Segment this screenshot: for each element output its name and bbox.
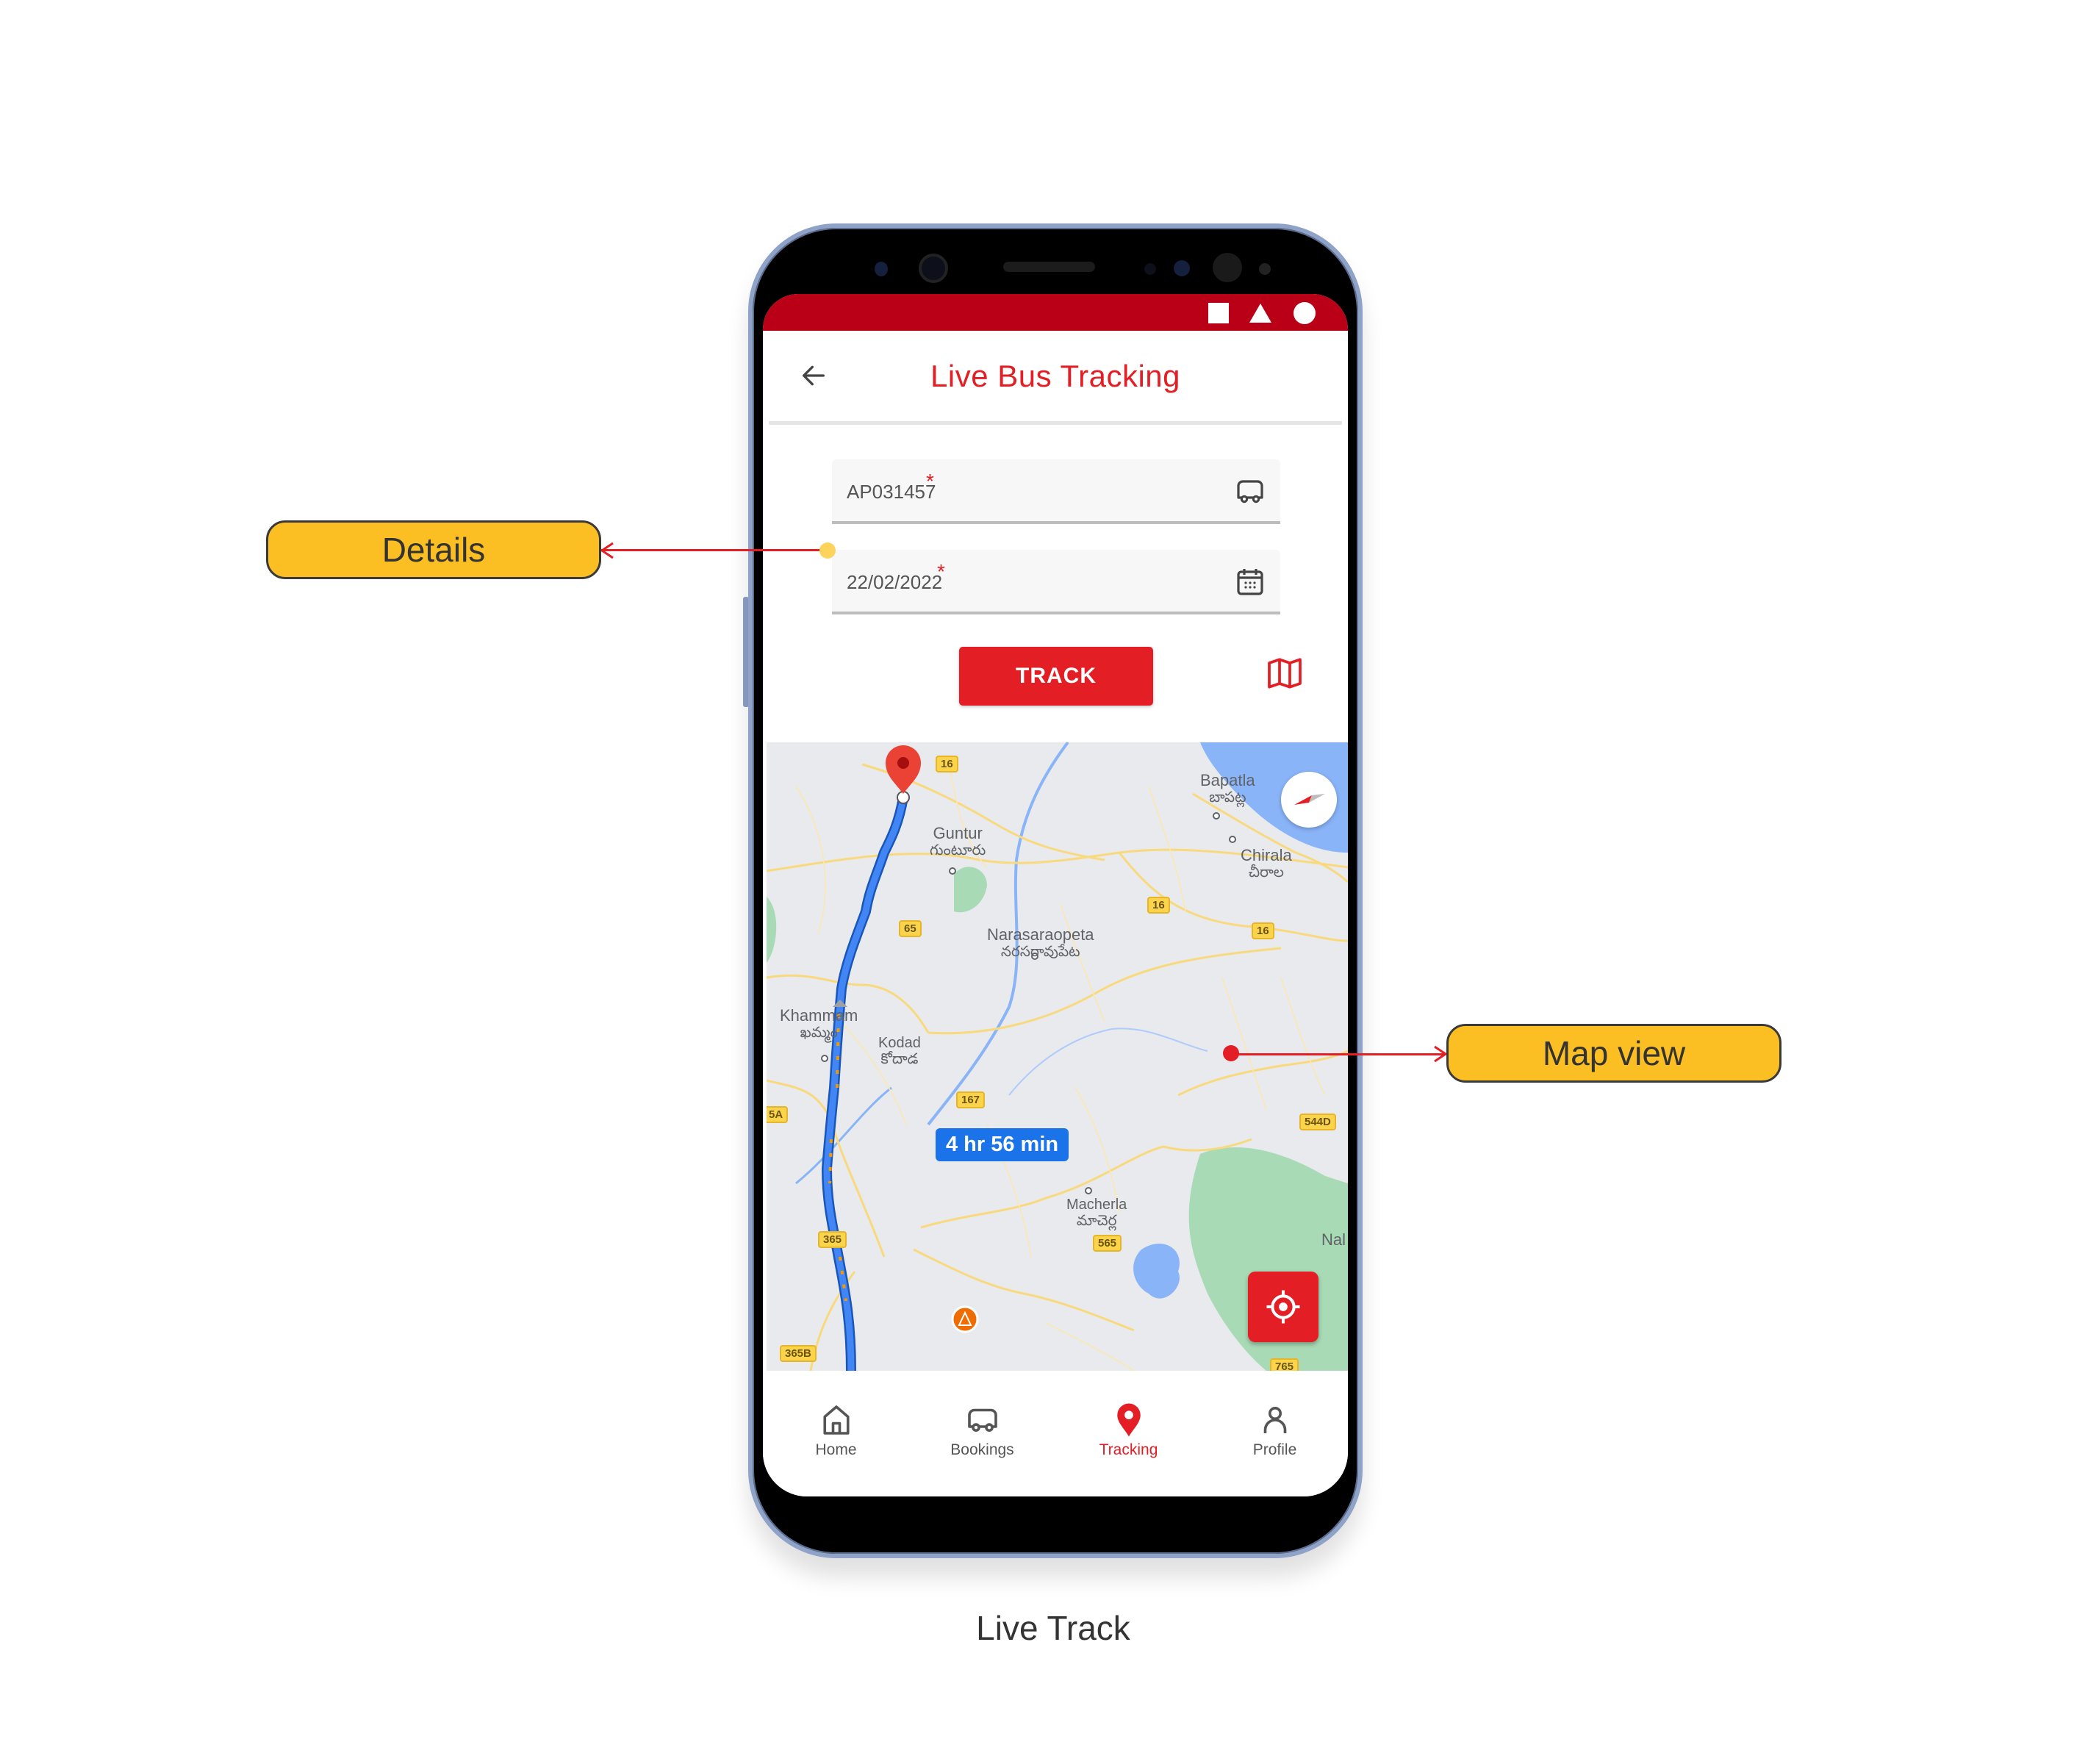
page-title: Live Bus Tracking: [930, 359, 1180, 393]
map-view-anchor-dot: [1223, 1045, 1239, 1061]
earpiece-speaker: [1003, 262, 1095, 272]
bus-icon[interactable]: [1232, 474, 1269, 509]
map-view-callout: Map view: [1446, 1024, 1782, 1083]
place-label: Narasaraopeta నరసరావుపేట: [987, 925, 1094, 961]
person-icon: [1263, 1407, 1286, 1433]
nav-label: Bookings: [950, 1441, 1014, 1458]
map-icon[interactable]: [1264, 653, 1305, 694]
map-pin-icon[interactable]: [886, 745, 921, 804]
highway-shield: 765: [1270, 1358, 1299, 1371]
highway-shield: 365B: [780, 1345, 817, 1362]
triangle-icon: [1249, 304, 1271, 323]
details-callout: Details: [266, 520, 601, 579]
nav-bookings[interactable]: Bookings: [909, 1371, 1055, 1496]
place-label: Khammam ఖమ్మం: [780, 1006, 858, 1041]
my-location-icon: [1266, 1290, 1300, 1324]
details-connector: [601, 549, 826, 551]
required-mark: *: [926, 470, 934, 492]
circle-icon: [1294, 302, 1316, 324]
place-label: Kodad కోదాడ: [878, 1035, 921, 1067]
nav-label: Tracking: [1099, 1441, 1158, 1458]
iris-camera: [1213, 253, 1242, 282]
calendar-icon[interactable]: [1232, 564, 1269, 600]
front-camera: [919, 254, 948, 283]
header-divider: [769, 421, 1342, 425]
highway-shield: 16: [1147, 897, 1170, 914]
place-label: Bapatla బాపట్ల: [1200, 771, 1255, 806]
nav-home[interactable]: Home: [763, 1371, 909, 1496]
bus-number-input[interactable]: [847, 476, 1199, 508]
app-screen: Live Bus Tracking * * TRACK: [763, 294, 1348, 1496]
highway-shield: 565: [1093, 1235, 1122, 1252]
nav-label: Home: [815, 1441, 857, 1458]
app-header: Live Bus Tracking: [763, 331, 1348, 423]
nav-label: Profile: [1252, 1441, 1297, 1458]
my-location-button[interactable]: [1248, 1272, 1318, 1342]
map-view-connector: [1231, 1053, 1446, 1055]
highway-shield: 16: [936, 756, 958, 772]
place-label: Nal: [1321, 1230, 1346, 1249]
proximity-sensor: [1144, 263, 1156, 275]
highway-shield: 16: [1252, 922, 1274, 939]
place-label: Guntur గుంటూరు: [930, 824, 986, 859]
travel-date-field[interactable]: *: [832, 550, 1280, 614]
highway-shield: 167: [956, 1091, 986, 1108]
bus-number-field[interactable]: *: [832, 459, 1280, 524]
place-label: Macherla మాచెర్ల: [1066, 1197, 1127, 1229]
figure-caption: Live Track: [976, 1609, 1130, 1647]
highway-shield: 5A: [767, 1106, 789, 1123]
bus-icon: [967, 1408, 997, 1432]
map-view[interactable]: Bapatla బాపట్ల Guntur గుంటూరు Chirala చీరాల…: [767, 742, 1348, 1371]
bottom-navigation: Home Bookings Tracking Profile: [763, 1371, 1348, 1496]
compass-button[interactable]: [1281, 772, 1337, 828]
nav-tracking[interactable]: Tracking: [1055, 1371, 1202, 1496]
place-label: Chirala చీరాల: [1241, 846, 1292, 881]
required-mark: *: [937, 560, 945, 583]
highway-shield: 365: [818, 1231, 847, 1248]
square-icon: [1208, 303, 1229, 323]
arrow-head-icon: [1434, 1045, 1448, 1063]
location-pin-icon: [1116, 1403, 1141, 1437]
highway-shield: 65: [899, 920, 922, 937]
arrow-head-icon: [600, 542, 614, 559]
home-icon: [822, 1405, 850, 1435]
nav-profile[interactable]: Profile: [1202, 1371, 1348, 1496]
details-anchor-dot: [819, 542, 836, 559]
iris-sensor: [1174, 260, 1190, 276]
track-button[interactable]: TRACK: [959, 647, 1153, 706]
status-bar: [763, 294, 1348, 331]
highway-shield: 544D: [1299, 1114, 1336, 1130]
front-sensor: [875, 262, 888, 276]
travel-date-input[interactable]: [847, 566, 1199, 598]
eta-badge: 4 hr 56 min: [936, 1128, 1069, 1161]
compass-icon: [1294, 794, 1325, 805]
led-indicator: [1259, 263, 1271, 275]
